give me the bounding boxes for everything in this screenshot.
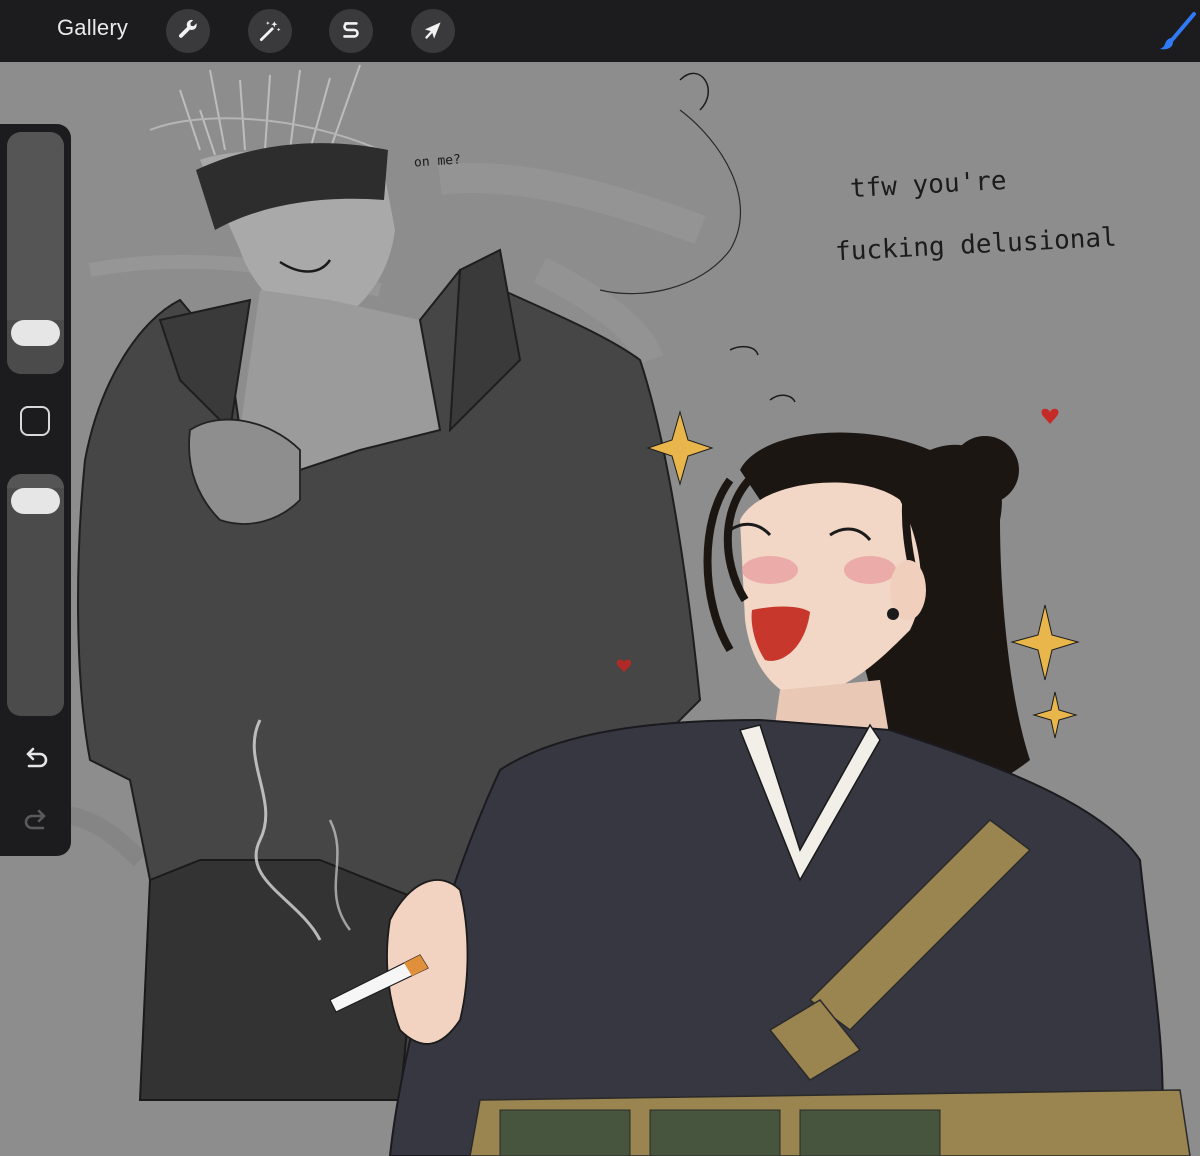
artwork	[26, 64, 1191, 1156]
side-toolbar	[0, 124, 71, 856]
selection-button[interactable]	[329, 9, 373, 53]
brush-size-thumb[interactable]	[11, 320, 60, 346]
paintbrush-icon	[1160, 12, 1196, 50]
wrench-icon	[178, 19, 197, 38]
top-toolbar: Gallery	[0, 0, 1200, 62]
undo-button[interactable]	[19, 742, 53, 776]
redo-button[interactable]	[19, 804, 53, 838]
magic-wand-icon	[259, 21, 281, 42]
opacity-fill	[7, 488, 64, 716]
opacity-thumb[interactable]	[11, 488, 60, 514]
adjustments-button[interactable]	[248, 9, 292, 53]
brush-button[interactable]	[1158, 10, 1198, 52]
brush-size-slider[interactable]	[7, 132, 64, 374]
drawing-canvas[interactable]: on me? tfw you're fucking delusional	[0, 62, 1200, 1156]
redo-icon	[24, 809, 46, 830]
opacity-slider[interactable]	[7, 474, 64, 716]
selection-s-icon	[343, 22, 359, 38]
gallery-button[interactable]: Gallery	[57, 15, 128, 41]
arrow-cursor-icon	[424, 22, 441, 39]
modify-button[interactable]	[20, 406, 50, 436]
undo-icon	[26, 747, 48, 768]
transform-button[interactable]	[411, 9, 455, 53]
actions-button[interactable]	[166, 9, 210, 53]
